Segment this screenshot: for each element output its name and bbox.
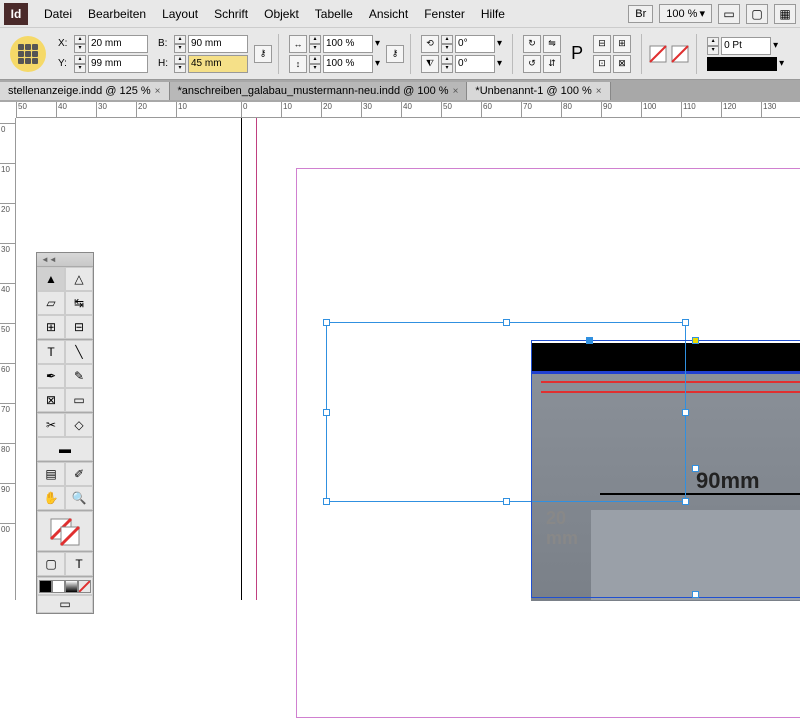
workspace: 0 10 20 30 40 50 60 70 80 90 00 90mm 20 … (0, 118, 800, 600)
chevron-down-icon: ▾ (699, 7, 705, 20)
rot-spinner[interactable]: ▴▾ (441, 35, 453, 53)
bridge-button[interactable]: Br (628, 5, 653, 23)
stroke-none-icon[interactable] (648, 44, 668, 64)
sy-spinner[interactable]: ▴▾ (309, 55, 321, 73)
align-icon-3[interactable]: ⊡ (593, 55, 611, 73)
sx-spinner[interactable]: ▴▾ (309, 35, 321, 53)
pencil-tool[interactable]: ✎ (65, 364, 93, 388)
rotate-icon: ⟲ (421, 35, 439, 53)
menu-schrift[interactable]: Schrift (206, 7, 256, 21)
tab-stellenanzeige[interactable]: stellenanzeige.indd @ 125 %× (0, 82, 170, 100)
ruler-horizontal: 50 40 30 20 10 0 10 20 30 40 50 60 70 80… (16, 102, 800, 118)
shear-icon: ⧨ (421, 55, 439, 73)
y-spinner[interactable]: ▴▾ (74, 55, 86, 73)
close-icon[interactable]: × (155, 86, 161, 97)
content-collector-tool[interactable]: ⊞ (37, 315, 65, 339)
scale-x-icon: ↔ (289, 35, 307, 53)
content-placer-tool[interactable]: ⊟ (65, 315, 93, 339)
menu-bearbeiten[interactable]: Bearbeiten (80, 7, 154, 21)
shear-input[interactable] (455, 55, 495, 73)
view-mode-icon[interactable]: ▭ (718, 4, 740, 24)
screen-mode-icon[interactable]: ▢ (746, 4, 768, 24)
app-logo: Id (4, 3, 28, 25)
scale-y-icon: ↕ (289, 55, 307, 73)
gradient-swatch-tool[interactable]: ▬ (37, 437, 93, 461)
note-tool[interactable]: ▤ (37, 462, 65, 486)
type-tool[interactable]: T (37, 340, 65, 364)
h-label: H: (158, 58, 172, 69)
scale-x-input[interactable] (323, 35, 373, 53)
pen-tool[interactable]: ✒ (37, 364, 65, 388)
scissors-tool[interactable]: ✂ (37, 413, 65, 437)
x-label: X: (58, 38, 72, 49)
hand-tool[interactable]: ✋ (37, 486, 65, 510)
rectangle-frame-tool[interactable]: ⊠ (37, 388, 65, 412)
menu-tabelle[interactable]: Tabelle (307, 7, 361, 21)
rectangle-tool[interactable]: ▭ (65, 388, 93, 412)
rotate-input[interactable] (455, 35, 495, 53)
h-input[interactable] (188, 55, 248, 73)
close-icon[interactable]: × (453, 86, 459, 97)
zoom-tool[interactable]: 🔍 (65, 486, 93, 510)
free-transform-tool[interactable]: ◇ (65, 413, 93, 437)
y-label: Y: (58, 58, 72, 69)
gap-tool[interactable]: ↹ (65, 291, 93, 315)
align-icon-1[interactable]: ⊟ (593, 35, 611, 53)
menu-fenster[interactable]: Fenster (416, 7, 473, 21)
line-tool[interactable]: ╲ (65, 340, 93, 364)
zoom-level[interactable]: 100 % ▾ (659, 4, 712, 23)
page-tool[interactable]: ▱ (37, 291, 65, 315)
content-frame[interactable] (531, 340, 800, 598)
constrain-icon[interactable]: ⚷ (254, 45, 272, 63)
formatting-text-icon[interactable]: T (65, 552, 93, 576)
flip-v-icon[interactable]: ⇵ (543, 55, 561, 73)
menu-datei[interactable]: Datei (36, 7, 80, 21)
tab-unbenannt[interactable]: *Unbenannt-1 @ 100 %× (467, 82, 610, 100)
menu-objekt[interactable]: Objekt (256, 7, 307, 21)
fill-stroke-swap[interactable] (37, 511, 93, 551)
y-input[interactable] (88, 55, 148, 73)
bleed-guide (256, 118, 257, 600)
menu-ansicht[interactable]: Ansicht (361, 7, 416, 21)
rotate-cw-icon[interactable]: ↻ (523, 35, 541, 53)
page-edge-guide (241, 118, 242, 600)
reference-point[interactable] (10, 36, 46, 72)
close-icon[interactable]: × (596, 86, 602, 97)
paragraph-icon: P (571, 43, 583, 64)
align-icon-4[interactable]: ⊠ (613, 55, 631, 73)
h-spinner[interactable]: ▴▾ (174, 55, 186, 73)
b-label: B: (158, 38, 172, 49)
eyedropper-tool[interactable]: ✐ (65, 462, 93, 486)
stroke-style[interactable] (707, 57, 777, 71)
view-mode-toggle[interactable]: ▭ (37, 595, 93, 613)
x-input[interactable] (88, 35, 148, 53)
arrange-icon[interactable]: ▦ (774, 4, 796, 24)
link-scale-icon[interactable]: ⚷ (386, 45, 404, 63)
b-spinner[interactable]: ▴▾ (174, 35, 186, 53)
align-icon-2[interactable]: ⊞ (613, 35, 631, 53)
menu-layout[interactable]: Layout (154, 7, 206, 21)
ruler-vertical: 0 10 20 30 40 50 60 70 80 90 00 (0, 118, 16, 600)
x-spinner[interactable]: ▴▾ (74, 35, 86, 53)
tools-panel[interactable]: ◄◄ ▲ △ ▱ ↹ ⊞ ⊟ T ╲ ✒ ✎ ⊠ ▭ ✂ ◇ ▬ ▤ ✐ ✋ 🔍 (36, 252, 94, 614)
stroke-spinner[interactable]: ▴▾ (707, 37, 719, 55)
tab-anschreiben[interactable]: *anschreiben_galabau_mustermann-neu.indd… (170, 82, 468, 100)
menubar: Id Datei Bearbeiten Layout Schrift Objek… (0, 0, 800, 28)
formatting-container-icon[interactable]: ▢ (37, 552, 65, 576)
control-bar: X:▴▾ Y:▴▾ B:▴▾ H:▴▾ ⚷ ↔▴▾▾ ↕▴▾▾ ⚷ ⟲▴▾▾ ⧨… (0, 28, 800, 80)
rotate-ccw-icon[interactable]: ↺ (523, 55, 541, 73)
selection-tool[interactable]: ▲ (37, 267, 65, 291)
flip-h-icon[interactable]: ⇋ (543, 35, 561, 53)
shear-spinner[interactable]: ▴▾ (441, 55, 453, 73)
stroke-weight-input[interactable] (721, 37, 771, 55)
menu-hilfe[interactable]: Hilfe (473, 7, 513, 21)
direct-selection-tool[interactable]: △ (65, 267, 93, 291)
panel-collapse-icon[interactable]: ◄◄ (37, 253, 93, 267)
color-mode-row[interactable] (37, 577, 93, 595)
b-input[interactable] (188, 35, 248, 53)
scale-y-input[interactable] (323, 55, 373, 73)
document-tabs: stellenanzeige.indd @ 125 %× *anschreibe… (0, 80, 800, 102)
fill-none-icon[interactable] (670, 44, 690, 64)
canvas[interactable]: 90mm 20 mm (16, 118, 800, 600)
